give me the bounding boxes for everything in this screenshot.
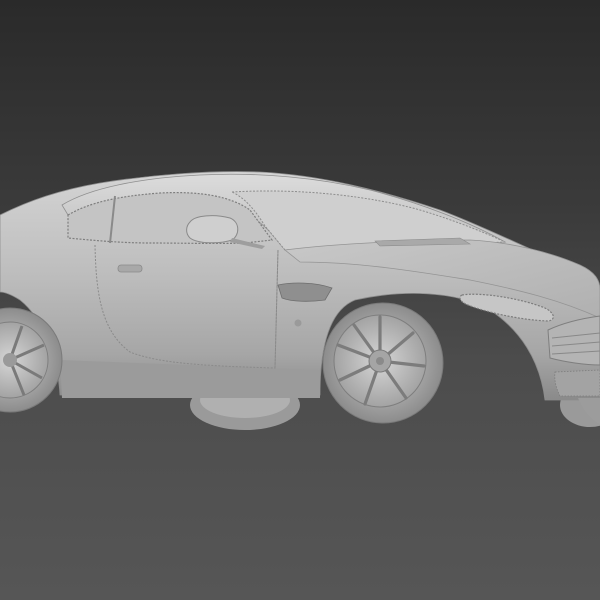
side-gill [277, 282, 333, 302]
car-render [0, 171, 600, 430]
front-wheel [322, 302, 444, 424]
3d-viewport[interactable] [0, 0, 600, 600]
side-marker [294, 319, 302, 327]
lower-intake [554, 369, 600, 397]
door-handle [117, 264, 143, 273]
